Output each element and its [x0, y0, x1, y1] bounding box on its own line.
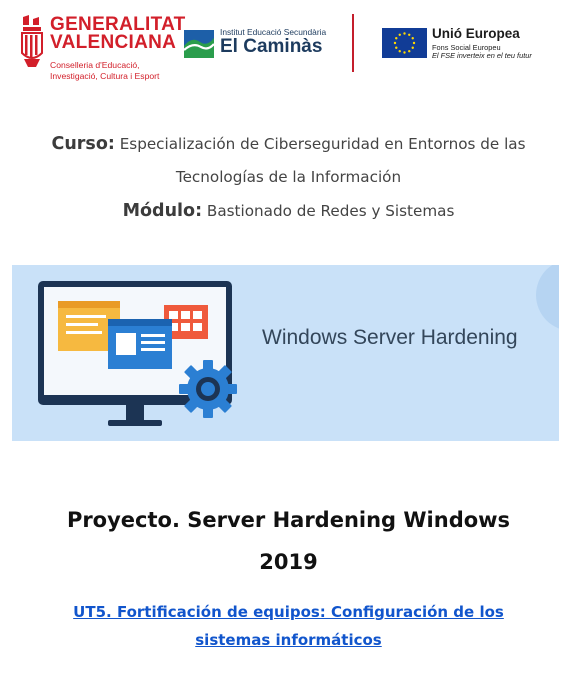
eu-star: [398, 33, 401, 36]
unit-link-line2[interactable]: sistemas informáticos: [60, 626, 517, 654]
eu-star: [393, 41, 397, 45]
gva-sub-line1: Conselleria d'Educació,: [50, 60, 140, 70]
monitor-illustration-icon: [38, 265, 559, 426]
eu-star: [412, 41, 416, 45]
eu-star: [411, 46, 414, 49]
unit-link[interactable]: UT5. Fortificación de equipos: Configura…: [60, 598, 517, 654]
eu-star: [403, 32, 406, 35]
module-info: Módulo: Bastionado de Redes y Sistemas: [14, 195, 563, 228]
eu-star: [411, 37, 414, 40]
hero-banner: Windows Server Hardening: [12, 265, 559, 441]
header-logos: GENERALITAT VALENCIANA Conselleria d'Edu…: [0, 0, 577, 90]
eu-name: Unió Europea: [432, 26, 520, 41]
school-wave-icon: [184, 30, 214, 58]
eu-flag-icon: [382, 28, 427, 58]
course-value-line2: Tecnologías de la Información: [175, 168, 402, 186]
project-title: Proyecto. Server Hardening Windows 2019: [14, 499, 563, 583]
module-label: Módulo:: [122, 201, 203, 221]
gear-icon: [179, 360, 237, 418]
eu-star: [395, 37, 398, 40]
course-info: Curso: Especialización de Ciberseguridad…: [14, 128, 563, 194]
school-logo: Institut Educació Secundària El Caminàs: [184, 26, 334, 62]
course-label: Curso:: [51, 134, 115, 154]
eu-motto: El FSE inverteix en el teu futur: [432, 51, 532, 60]
banner-title: Windows Server Hardening: [262, 326, 518, 349]
course-value-line1: Especialización de Ciberseguridad en Ent…: [119, 135, 526, 153]
project-title-line2: 2019: [259, 550, 318, 574]
module-value: Bastionado de Redes y Sistemas: [206, 202, 455, 220]
eu-star: [408, 33, 411, 36]
gva-coat-of-arms-icon: [21, 15, 43, 67]
gva-sub-line2: Investigació, Cultura i Esport: [50, 70, 160, 81]
school-name: El Caminàs: [220, 36, 323, 57]
document-page: GENERALITAT VALENCIANA Conselleria d'Edu…: [0, 0, 577, 678]
logo-divider: [352, 14, 354, 72]
eu-star: [403, 51, 406, 54]
eu-star: [395, 46, 398, 49]
unit-link-line1[interactable]: UT5. Fortificación de equipos: Configura…: [60, 598, 517, 626]
project-title-line1: Proyecto. Server Hardening Windows: [66, 508, 511, 532]
eu-star: [398, 50, 401, 53]
gva-name-line2: VALENCIANA: [50, 32, 177, 53]
gva-logo: GENERALITAT VALENCIANA Conselleria d'Edu…: [20, 14, 185, 86]
eu-logo: Unió Europea Fons Social Europeu El FSE …: [382, 26, 567, 62]
eu-star: [408, 50, 411, 53]
